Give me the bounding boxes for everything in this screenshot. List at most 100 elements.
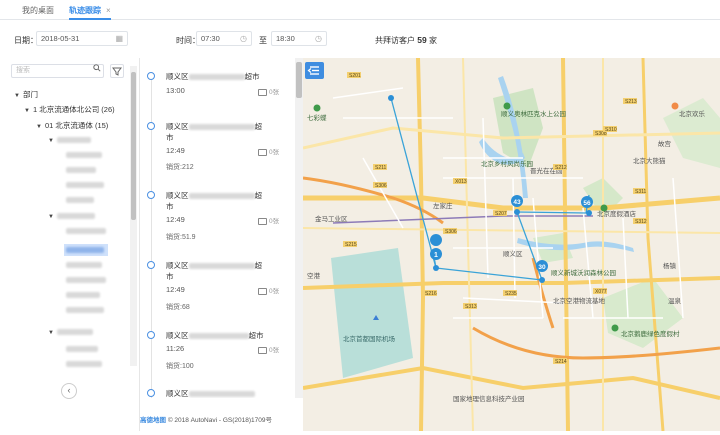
redacted-text — [56, 137, 91, 144]
svg-text:X013: X013 — [455, 179, 467, 185]
svg-text:S235: S235 — [505, 291, 517, 297]
amap-logo: 高德地图 — [140, 417, 166, 424]
tree-leaf[interactable] — [66, 344, 98, 353]
date-label: 日期： — [14, 36, 38, 45]
record-address[interactable]: 顺义区超市 — [166, 260, 284, 282]
svg-text:顺义区: 顺义区 — [503, 250, 523, 258]
time-start-value: 07:30 — [201, 34, 220, 43]
redacted-text — [66, 292, 100, 299]
tree-leaf[interactable] — [66, 150, 102, 159]
record-address[interactable]: 顺义区超市 — [166, 190, 284, 212]
timeline-line — [151, 72, 152, 398]
tab-my-desktop[interactable]: 我的桌面 — [22, 4, 54, 18]
svg-text:北京首都国际机场: 北京首都国际机场 — [343, 334, 396, 343]
tree-subgroup[interactable]: ▼ — [48, 327, 93, 336]
svg-text:S213: S213 — [625, 99, 637, 105]
svg-text:S310: S310 — [605, 127, 617, 133]
record-address[interactable]: 顺义区超市 — [166, 121, 284, 143]
record-photo-button[interactable]: 0张 — [258, 86, 279, 96]
svg-text:顺义新城沃润森林公园: 顺义新城沃润森林公园 — [551, 268, 616, 277]
record-sales: 销货:212 — [166, 164, 194, 171]
tree-root[interactable]: ▼ 部门 — [14, 89, 38, 100]
record-address[interactable]: 顺义区 — [166, 388, 284, 398]
record-scrollbar-thumb[interactable] — [296, 62, 302, 98]
map-view[interactable]: 1 30 43 56 北京首都国际机场 顺义新城沃润森林公园 北京乡村风尚乐园 … — [303, 58, 720, 431]
route-start-point[interactable] — [388, 95, 394, 101]
record-time: 11:26 — [166, 344, 185, 353]
visit-summary: 共拜访客户 59 家 — [375, 35, 437, 46]
tree-leaf[interactable] — [66, 260, 102, 269]
search-icon[interactable] — [93, 64, 101, 72]
svg-text:北京空港物流基地: 北京空港物流基地 — [553, 296, 606, 305]
tab-close-icon[interactable]: × — [106, 6, 111, 15]
tree-company-label: 1 北京流通体北公司 (26) — [32, 105, 115, 114]
svg-text:北京欢乐: 北京欢乐 — [679, 109, 706, 118]
tree-root-label: 部门 — [22, 90, 38, 99]
svg-text:北京鹅鹿绿色度假村: 北京鹅鹿绿色度假村 — [621, 329, 680, 338]
tree-subgroup[interactable]: ▼ — [48, 135, 91, 144]
tree-leaf[interactable] — [66, 195, 94, 204]
tree-leaf[interactable] — [66, 359, 102, 368]
record-address[interactable]: 顺义区超市 — [166, 330, 284, 341]
svg-text:国家地理信息科技产业园: 国家地理信息科技产业园 — [453, 394, 525, 403]
toggle-list-button[interactable] — [305, 62, 324, 79]
photo-icon — [258, 88, 267, 96]
map-canvas[interactable]: 1 30 43 56 北京首都国际机场 顺义新城沃润森林公园 北京乡村风尚乐园 … — [303, 58, 720, 431]
photo-icon — [258, 148, 267, 156]
svg-text:S211: S211 — [375, 165, 387, 171]
tree-leaf[interactable] — [66, 180, 104, 189]
time-start-picker[interactable]: 07:30 ◷ — [196, 31, 252, 46]
record-address[interactable]: 顺义区超市 — [166, 71, 284, 82]
tab-bar: 我的桌面 轨迹跟踪 × — [0, 0, 720, 20]
time-sep-label: 至 — [259, 36, 267, 45]
svg-text:S312: S312 — [635, 219, 647, 225]
svg-text:56: 56 — [583, 200, 591, 207]
tab-track[interactable]: 轨迹跟踪 × — [69, 4, 111, 20]
tree-group[interactable]: ▼ 01 北京流通体 (15) — [36, 120, 108, 131]
record-scrollbar[interactable] — [295, 58, 303, 398]
collapse-left-button[interactable]: ‹ — [61, 383, 77, 399]
timeline-dot — [147, 331, 155, 339]
tab-my-desktop-label: 我的桌面 — [22, 6, 54, 15]
redacted-text — [66, 167, 96, 174]
visit-suffix: 家 — [428, 36, 437, 45]
record-photo-button[interactable]: 0张 — [258, 344, 279, 354]
redacted-text — [66, 307, 104, 314]
record-photo-button[interactable]: 0张 — [258, 215, 279, 225]
tree-leaf[interactable] — [66, 245, 104, 254]
redacted-text — [188, 124, 255, 131]
tree-leaf[interactable] — [66, 226, 106, 235]
tree-leaf[interactable] — [66, 165, 96, 174]
tree-scrollbar-thumb[interactable] — [131, 72, 136, 220]
svg-text:1: 1 — [434, 252, 438, 259]
calendar-icon: ▦ — [115, 34, 123, 43]
svg-text:S216: S216 — [425, 291, 437, 297]
svg-text:X077: X077 — [595, 289, 607, 295]
tree-leaf[interactable] — [66, 305, 104, 314]
tree-company[interactable]: ▼ 1 北京流通体北公司 (26) — [24, 104, 115, 115]
record-photo-button[interactable]: 0张 — [258, 285, 279, 295]
tree-subgroup[interactable]: ▼ — [48, 211, 95, 220]
tree-search-input[interactable]: 搜索 — [11, 64, 104, 78]
svg-text:S212: S212 — [555, 165, 567, 171]
filter-icon[interactable] — [110, 64, 124, 78]
redacted-text — [188, 263, 255, 270]
svg-text:S207: S207 — [495, 211, 507, 217]
timeline-dot — [147, 261, 155, 269]
date-picker[interactable]: 2018-05-31 ▦ — [36, 31, 128, 46]
svg-text:S215: S215 — [345, 242, 357, 248]
svg-text:43: 43 — [513, 199, 521, 206]
svg-text:顺义奥林匹克水上公园: 顺义奥林匹克水上公园 — [501, 109, 566, 118]
redacted-text — [66, 228, 106, 235]
photo-icon — [258, 217, 267, 225]
tree-leaf[interactable] — [66, 275, 106, 284]
record-time: 12:49 — [166, 146, 185, 155]
record-photo-button[interactable]: 0张 — [258, 146, 279, 156]
time-end-picker[interactable]: 18:30 ◷ — [271, 31, 327, 46]
svg-text:S311: S311 — [635, 189, 647, 195]
redacted-text — [188, 391, 255, 398]
redacted-text — [66, 277, 106, 284]
photo-icon — [258, 346, 267, 354]
map-copyright: © 2018 AutoNavi - GS(2018)1709号 — [167, 417, 272, 424]
tree-leaf[interactable] — [66, 290, 100, 299]
